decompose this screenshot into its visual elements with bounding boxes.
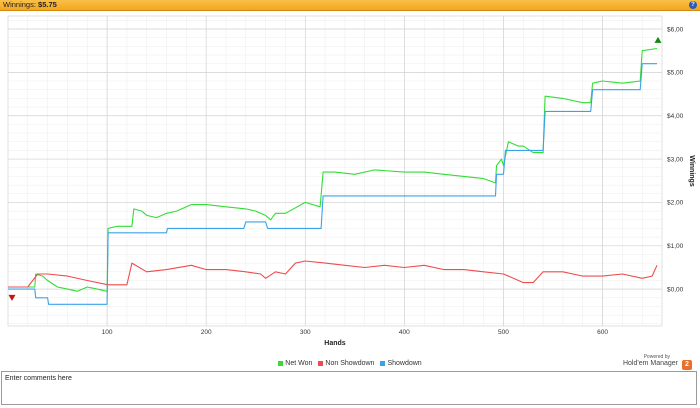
y-axis-label: Winnings bbox=[688, 155, 695, 187]
legend-swatch bbox=[380, 360, 386, 366]
legend-item: Non Showdown bbox=[318, 360, 374, 367]
y-tick-label: $6,00 bbox=[667, 26, 684, 33]
x-tick-label: 400 bbox=[399, 329, 410, 336]
chart-legend: Net Won Non Showdown Showdown bbox=[0, 360, 700, 367]
winnings-chart: 100 200 300 400 500 600 $0,00 $1,00 $2,00 $3,00 $4… bbox=[7, 15, 695, 347]
hem-logo-icon: 2 bbox=[682, 360, 692, 370]
y-tick-label: $2,00 bbox=[667, 200, 684, 207]
x-tick-label: 500 bbox=[498, 329, 509, 336]
powered-by: Powered by Hold'em Manager 2 bbox=[622, 354, 692, 370]
legend-item: Net Won bbox=[278, 360, 312, 367]
x-tick-label: 100 bbox=[102, 329, 113, 336]
y-tick-label: $1,00 bbox=[667, 243, 684, 250]
x-tick-label: 600 bbox=[597, 329, 608, 336]
winnings-value: $5.75 bbox=[38, 0, 57, 9]
x-tick-label: 300 bbox=[300, 329, 311, 336]
y-tick-label: $3,00 bbox=[667, 156, 684, 163]
legend-label: Showdown bbox=[387, 360, 422, 367]
brand-name: Hold'em Manager bbox=[622, 360, 678, 367]
y-tick-label: $0,00 bbox=[667, 286, 684, 293]
legend-swatch bbox=[278, 360, 284, 366]
x-tick-label: 200 bbox=[201, 329, 212, 336]
winnings-header: Winnings: $5.75 bbox=[3, 0, 57, 10]
help-icon[interactable]: ? bbox=[689, 1, 697, 9]
y-tick-label: $4,00 bbox=[667, 113, 684, 120]
y-tick-label: $5,00 bbox=[667, 70, 684, 77]
legend-item: Showdown bbox=[380, 360, 422, 367]
chart-grid bbox=[7, 15, 663, 327]
winnings-label: Winnings: bbox=[3, 0, 36, 9]
comments-input[interactable]: Enter comments here bbox=[1, 371, 697, 405]
legend-label: Net Won bbox=[285, 360, 313, 367]
x-axis-label: Hands bbox=[324, 340, 346, 347]
plot-area bbox=[7, 15, 663, 327]
legend-label: Non Showdown bbox=[325, 360, 375, 367]
legend-swatch bbox=[318, 360, 324, 366]
title-bar: Winnings: $5.75 ? bbox=[0, 0, 700, 11]
